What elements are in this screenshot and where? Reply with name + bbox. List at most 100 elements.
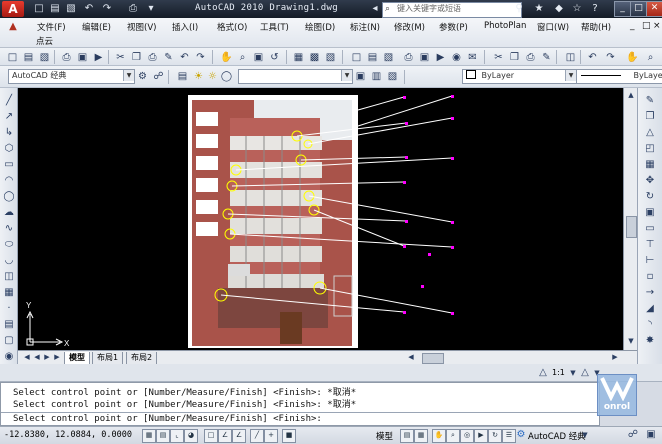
point-icon[interactable]: · <box>2 302 16 316</box>
region-icon[interactable]: ◉ <box>2 350 16 364</box>
insert-block-icon[interactable]: ◫ <box>2 270 16 284</box>
polar-toggle[interactable]: ◕ <box>184 429 198 443</box>
tb-2-redo-icon[interactable]: ↷ <box>602 50 619 66</box>
tb-design-center-icon[interactable]: ▩ <box>306 50 323 66</box>
menu-doc-close-icon[interactable]: × <box>653 21 661 31</box>
workspace-settings-icon[interactable]: ⚙ <box>134 69 151 85</box>
offset-icon[interactable]: ◰ <box>643 142 657 156</box>
open-icon[interactable]: ▤ <box>48 2 62 16</box>
erase-icon[interactable]: ✎ <box>643 94 657 108</box>
save-icon[interactable]: ▧ <box>64 2 78 16</box>
tb-publish-icon[interactable]: ▶ <box>90 50 107 66</box>
lwt-toggle[interactable]: ■ <box>282 429 296 443</box>
tb-zoom-prev-icon[interactable]: ↺ <box>266 50 283 66</box>
tb-new-icon[interactable]: □ <box>4 50 21 66</box>
annotation-scale[interactable]: 1:1 <box>552 368 565 377</box>
tb-copy-icon[interactable]: ❐ <box>128 50 145 66</box>
tb-2-open-icon[interactable]: ▤ <box>364 50 381 66</box>
menu-file[interactable]: 文件(F) <box>37 21 66 33</box>
ortho-toggle[interactable]: ⌞ <box>170 429 184 443</box>
tb-paste-icon[interactable]: ⎙ <box>144 50 161 66</box>
tb-pan-icon[interactable]: ✋ <box>218 50 235 66</box>
lock-icon[interactable]: ☍ <box>626 428 640 442</box>
coordinate-readout[interactable]: -12.8380, 12.0884, 0.0000 <box>4 430 132 440</box>
spline-icon[interactable]: ∿ <box>2 222 16 236</box>
menu-draw[interactable]: 绘图(D) <box>305 21 335 33</box>
tb-2-brush-icon[interactable]: ✎ <box>538 50 555 66</box>
steering-wheel-icon[interactable]: ◎ <box>460 429 474 443</box>
ellipse-arc-icon[interactable]: ◡ <box>2 254 16 268</box>
quickview-drawings-icon[interactable]: ▦ <box>414 429 428 443</box>
maximize-icon[interactable]: □ <box>630 1 647 17</box>
tb-save-icon[interactable]: ▧ <box>36 50 53 66</box>
annotation-scale-icon[interactable]: △ <box>536 366 550 380</box>
copy-object-icon[interactable]: ❐ <box>643 110 657 124</box>
help-icon[interactable]: ? <box>588 2 602 16</box>
tb-redo-icon[interactable]: ↷ <box>192 50 209 66</box>
break-icon[interactable]: ▫ <box>643 270 657 284</box>
trim-icon[interactable]: ⊤ <box>643 238 657 252</box>
menu-window[interactable]: 窗口(W) <box>537 21 569 33</box>
tb-zoom-icon[interactable]: ⌕ <box>234 50 251 66</box>
doc-icon[interactable]: ▲ <box>6 20 20 34</box>
tab-last-icon[interactable]: ▶ <box>50 351 64 363</box>
clean-screen-icon[interactable]: ▣ <box>644 428 658 442</box>
drawing-canvas[interactable]: Y X <box>18 88 623 350</box>
lineweight-combo[interactable]: ByLayer <box>576 69 662 84</box>
revcloud-icon[interactable]: ☁ <box>2 206 16 220</box>
explode-icon[interactable]: ✸ <box>643 334 657 348</box>
mirror-icon[interactable]: △ <box>643 126 657 140</box>
stretch-icon[interactable]: ▭ <box>643 222 657 236</box>
zoom-status-icon[interactable]: ⌕ <box>446 429 460 443</box>
workspace-lock-icon[interactable]: ☍ <box>150 69 167 85</box>
scale-icon[interactable]: ▣ <box>643 206 657 220</box>
layer-combo[interactable]: ▼ <box>238 69 353 84</box>
orbit-status-icon[interactable]: ↻ <box>488 429 502 443</box>
make-current-icon[interactable]: ▣ <box>352 69 369 85</box>
search-expand-icon[interactable]: ◂ <box>368 2 382 16</box>
pan-status-icon[interactable]: ✋ <box>432 429 446 443</box>
tb-2-new-icon[interactable]: □ <box>348 50 365 66</box>
app-logo-icon[interactable]: A <box>2 1 24 17</box>
binoculars-icon[interactable]: ⚲ <box>512 2 526 16</box>
menu-tools[interactable]: 工具(T) <box>260 21 289 33</box>
close-icon[interactable]: ✕ <box>646 1 662 17</box>
tb-2-paste-icon[interactable]: ⎙ <box>522 50 539 66</box>
command-prompt[interactable]: Select control point or [Number/Measure/… <box>13 414 322 424</box>
layer-previous-icon[interactable]: ▥ <box>368 69 385 85</box>
tb-zoom-window-icon[interactable]: ▣ <box>250 50 267 66</box>
layer-lock-icon[interactable]: ◯ <box>218 69 235 85</box>
menu-doc-min-icon[interactable]: _ <box>630 21 635 31</box>
layer-state-icon[interactable]: ▧ <box>384 69 401 85</box>
tb-palettes-icon[interactable]: ▧ <box>322 50 339 66</box>
undo-icon[interactable]: ↶ <box>82 2 96 16</box>
hscroll-thumb[interactable] <box>422 353 444 364</box>
tb-undo-icon[interactable]: ↶ <box>176 50 193 66</box>
quickview-layouts-icon[interactable]: ▤ <box>400 429 414 443</box>
tb-2-etransmit-icon[interactable]: ✉ <box>464 50 481 66</box>
tb-2-block-icon[interactable]: ◫ <box>562 50 579 66</box>
line-icon[interactable]: ╱ <box>2 94 16 108</box>
3dosnap-toggle[interactable]: ∠ <box>218 429 232 443</box>
layer-manager-icon[interactable]: ▤ <box>174 69 191 85</box>
tb-2-print-icon[interactable]: ⎙ <box>400 50 417 66</box>
minimize-icon[interactable]: _ <box>614 1 631 17</box>
workspace-combo[interactable]: AutoCAD 经典 ▼ <box>8 69 135 84</box>
arc-icon[interactable]: ◠ <box>2 174 16 188</box>
scroll-up-icon[interactable]: ▲ <box>624 88 638 102</box>
hatch-icon[interactable]: ▤ <box>2 318 16 332</box>
otrack-toggle[interactable]: ∠ <box>232 429 246 443</box>
menu-view[interactable]: 视图(V) <box>127 21 156 33</box>
scroll-left-icon[interactable]: ◀ <box>404 351 418 363</box>
tb-2-3ddwf-icon[interactable]: ◉ <box>448 50 465 66</box>
rotate-icon[interactable]: ↻ <box>643 190 657 204</box>
comm-center-icon[interactable]: ◆ <box>552 2 566 16</box>
circle-icon[interactable]: ◯ <box>2 190 16 204</box>
tb-properties-icon[interactable]: ▦ <box>290 50 307 66</box>
scroll-right-icon[interactable]: ▶ <box>608 351 622 363</box>
ducs-toggle[interactable]: ╱ <box>250 429 264 443</box>
search-input[interactable]: ⌕ 键入关键字或短语 <box>382 2 522 18</box>
extend-icon[interactable]: ⊢ <box>643 254 657 268</box>
tb-cut-icon[interactable]: ✂ <box>112 50 129 66</box>
rectangle-icon[interactable]: ▭ <box>2 158 16 172</box>
